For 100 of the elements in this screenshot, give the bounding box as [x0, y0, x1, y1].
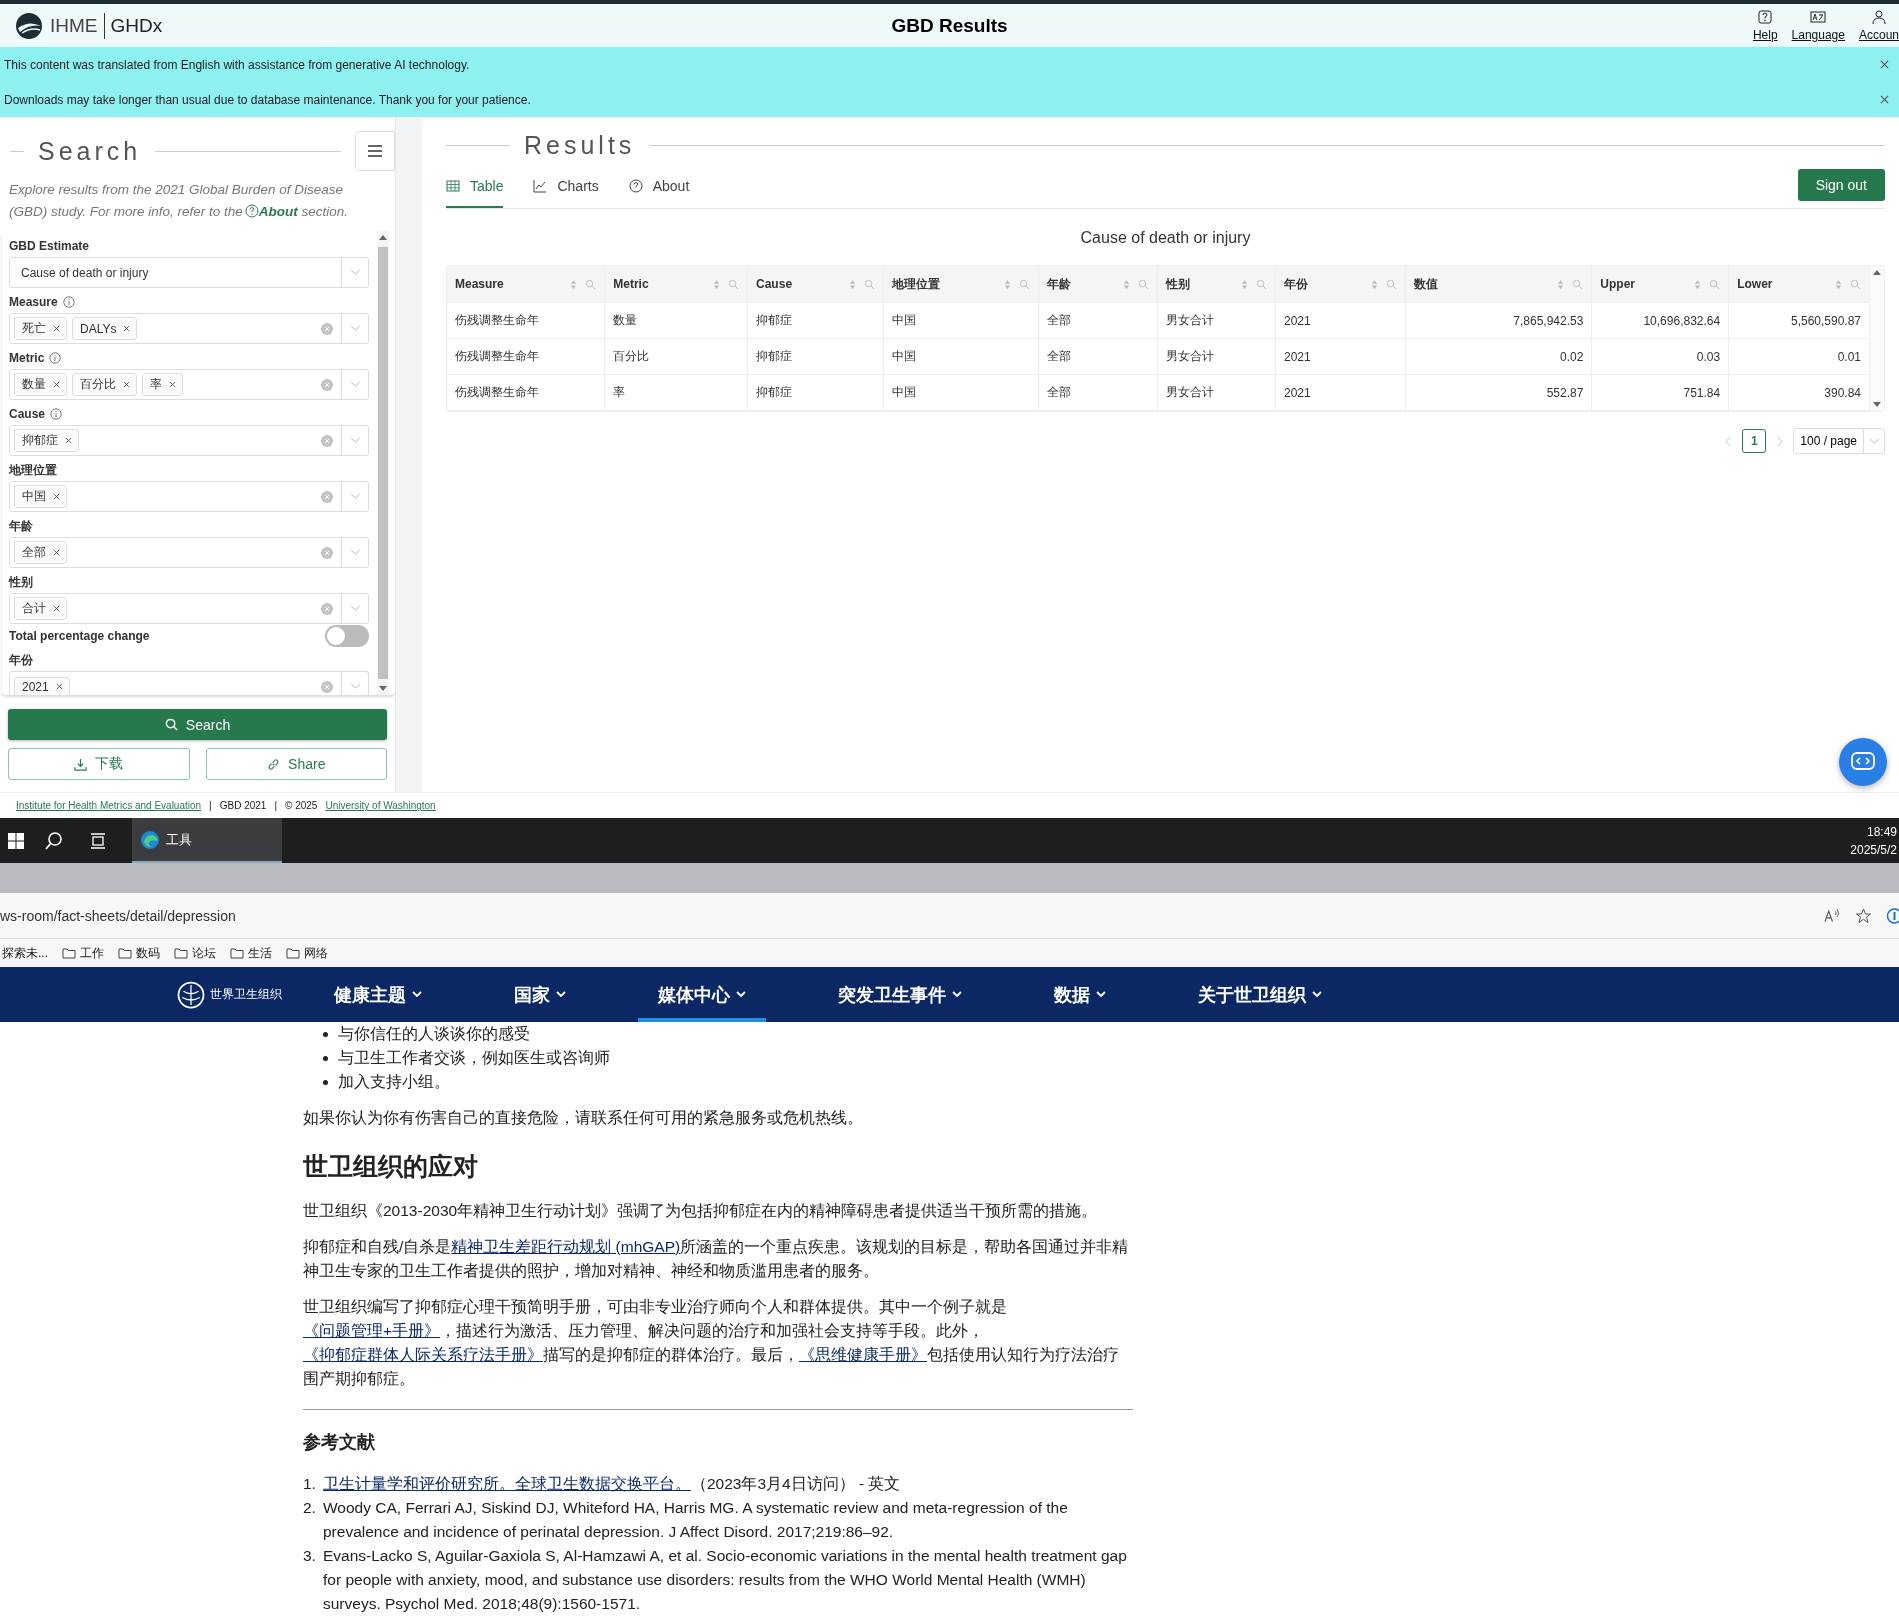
remove-icon[interactable] — [55, 683, 63, 690]
bookmark[interactable]: 论坛 — [174, 944, 216, 962]
sort-icon[interactable] — [713, 278, 721, 290]
clear-icon[interactable] — [321, 378, 333, 391]
chat-button[interactable] — [1839, 738, 1887, 787]
close-icon[interactable] — [1880, 95, 1889, 104]
remove-icon[interactable] — [123, 325, 131, 332]
bookmark[interactable]: 探索未... — [2, 944, 48, 962]
remove-icon[interactable] — [53, 493, 60, 500]
clear-icon[interactable] — [321, 490, 333, 503]
favorite-star-icon[interactable] — [1855, 907, 1872, 924]
share-button[interactable]: Share — [205, 748, 387, 780]
bookmark[interactable]: 数码 — [118, 944, 160, 962]
text-link[interactable]: 《抑郁症群体人际关系疗法手册》 — [303, 1346, 543, 1363]
tab[interactable]: Charts — [533, 168, 599, 208]
menu-button[interactable] — [355, 131, 395, 171]
close-icon[interactable] — [1880, 60, 1889, 69]
header-action[interactable]: Language — [1791, 9, 1845, 42]
clear-icon[interactable] — [321, 434, 333, 447]
clear-icon[interactable] — [321, 680, 333, 693]
task-view-icon[interactable] — [88, 830, 108, 851]
column-header[interactable]: Cause — [747, 266, 884, 303]
extension-icon[interactable] — [1886, 907, 1899, 924]
remove-icon[interactable] — [53, 325, 60, 332]
remove-icon[interactable] — [53, 549, 60, 556]
bookmark[interactable]: 生活 — [230, 944, 272, 962]
column-header[interactable]: 地理位置 — [883, 266, 1039, 303]
search-button[interactable]: Search — [8, 709, 387, 740]
header-action[interactable]: Help — [1752, 9, 1778, 42]
sort-icon[interactable] — [848, 278, 856, 290]
remove-icon[interactable] — [123, 381, 130, 388]
remove-icon[interactable] — [53, 381, 60, 388]
sort-icon[interactable] — [1004, 278, 1012, 290]
text-link[interactable]: 精神卫生差距行动规划 (mhGAP) — [451, 1238, 681, 1255]
panel-title: Results — [524, 131, 636, 160]
multi-select-field[interactable]: 抑郁症 — [9, 425, 369, 456]
remove-icon[interactable] — [65, 437, 72, 444]
bookmark[interactable]: 工作 — [62, 944, 104, 962]
column-header[interactable]: 年份 — [1275, 266, 1406, 303]
remove-icon[interactable] — [169, 381, 176, 388]
column-header[interactable]: Metric — [604, 266, 748, 303]
multi-select-field[interactable]: 数量 百分比 率 — [9, 369, 369, 400]
sort-icon[interactable] — [1694, 278, 1702, 290]
sort-icon[interactable] — [1370, 278, 1378, 290]
about-link[interactable]: About — [258, 204, 298, 219]
footer-link[interactable]: Institute for Health Metrics and Evaluation — [16, 800, 202, 812]
table-cell: 中国 — [883, 374, 1039, 411]
sort-icon[interactable] — [1123, 278, 1131, 290]
nav-menu-item[interactable]: 数据 — [1034, 967, 1126, 1022]
page-size-select[interactable]: 100 / page — [1793, 428, 1885, 454]
windows-logo-icon[interactable] — [8, 832, 24, 849]
tab[interactable]: About — [628, 168, 690, 208]
column-header[interactable]: Lower — [1728, 266, 1870, 303]
column-header[interactable]: 性别 — [1157, 266, 1276, 303]
sort-icon[interactable] — [570, 278, 578, 290]
scrollbar[interactable] — [377, 231, 389, 695]
sort-icon[interactable] — [1835, 278, 1843, 290]
text-link[interactable]: 《问题管理+手册》 — [303, 1322, 441, 1339]
text-link[interactable]: 卫生计量学和评价研究所。全球卫生数据交换平台。 — [323, 1475, 691, 1492]
column-header[interactable]: 数值 — [1405, 266, 1592, 303]
header-action[interactable]: Accoun — [1858, 9, 1899, 42]
toggle-switch[interactable] — [325, 625, 369, 647]
nav-menu-item[interactable]: 关于世卫组织 — [1178, 967, 1342, 1022]
sign-out-button[interactable]: Sign out — [1797, 169, 1885, 201]
chevron-icon — [736, 991, 746, 999]
page-button[interactable]: 1 — [1742, 429, 1767, 453]
remove-icon[interactable] — [53, 605, 60, 612]
sort-icon[interactable] — [1241, 278, 1248, 290]
select-field[interactable]: Cause of death or injury — [9, 257, 369, 288]
text-link[interactable]: 《思维健康手册》 — [799, 1346, 927, 1363]
clear-icon[interactable] — [321, 546, 333, 559]
footer-link[interactable]: University of Washington — [325, 800, 436, 812]
tab[interactable]: Table — [446, 168, 504, 208]
multi-select-field[interactable]: 中国 — [9, 481, 369, 512]
multi-select-field[interactable]: 死亡 DALYs — [9, 313, 369, 344]
multi-select-field[interactable]: 2021 — [9, 671, 369, 695]
bookmark[interactable]: 网络 — [286, 944, 328, 962]
nav-menu-item[interactable]: 健康主题 — [314, 967, 442, 1022]
table-cell: 伤残调整生命年 — [447, 374, 605, 411]
download-button[interactable]: 下载 — [8, 748, 190, 780]
read-aloud-icon[interactable] — [1824, 907, 1841, 924]
column-header[interactable]: Measure — [447, 266, 605, 303]
sort-icon[interactable] — [1557, 278, 1565, 290]
next-page-icon[interactable] — [1776, 435, 1784, 447]
search-icon[interactable] — [44, 830, 64, 851]
nav-menu-item[interactable]: 媒体中心 — [638, 967, 766, 1022]
scrollbar[interactable] — [1870, 266, 1884, 411]
column-header[interactable]: 年龄 — [1038, 266, 1158, 303]
previous-page-icon[interactable] — [1725, 435, 1733, 447]
multi-select-field[interactable]: 合计 — [9, 593, 369, 624]
clear-icon[interactable] — [321, 322, 333, 335]
nav-menu-item[interactable]: 国家 — [494, 967, 586, 1022]
taskbar-app[interactable]: 工具 — [132, 818, 282, 864]
filter-label: Total percentage change — [9, 629, 150, 643]
column-header[interactable]: Upper — [1591, 266, 1729, 303]
nav-menu-item[interactable]: 突发卫生事件 — [818, 967, 982, 1022]
multi-select-field[interactable]: 全部 — [9, 537, 369, 568]
clear-icon[interactable] — [321, 602, 333, 615]
bullet-icon — [323, 1055, 328, 1061]
chevron-icon — [1312, 991, 1322, 999]
